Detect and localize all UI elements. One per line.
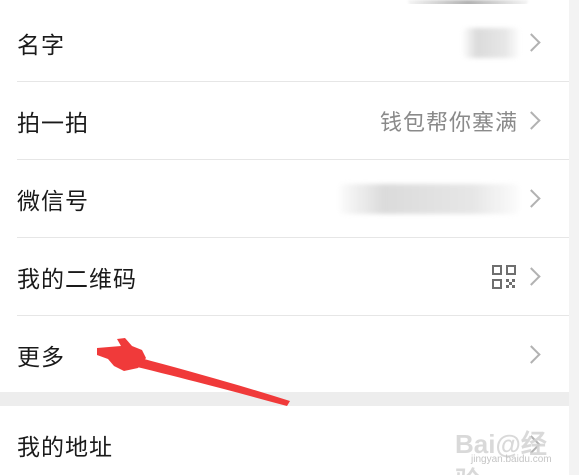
row-name-label: 名字 bbox=[17, 33, 65, 59]
row-wechat-id-label: 微信号 bbox=[17, 189, 89, 215]
blurred-wechat-id-value bbox=[339, 184, 519, 214]
row-pat[interactable]: 拍一拍 钱包帮你塞满 bbox=[0, 82, 569, 160]
row-address-label: 我的地址 bbox=[17, 435, 113, 461]
row-pat-value: 钱包帮你塞满 bbox=[379, 111, 518, 136]
chevron-right-icon bbox=[522, 345, 541, 364]
chevron-right-icon bbox=[522, 435, 541, 454]
row-name[interactable]: 名字 bbox=[0, 4, 569, 82]
row-more[interactable]: 更多 bbox=[0, 316, 569, 394]
row-qr-code[interactable]: 我的二维码 bbox=[0, 238, 569, 316]
chevron-right-icon bbox=[522, 33, 541, 52]
chevron-right-icon bbox=[522, 111, 541, 130]
row-wechat-id[interactable]: 微信号 bbox=[0, 160, 569, 238]
section-gap bbox=[0, 392, 569, 406]
right-edge-strip bbox=[569, 0, 579, 475]
row-address[interactable]: 我的地址 bbox=[0, 406, 569, 475]
row-more-label: 更多 bbox=[17, 345, 65, 371]
profile-settings-screen: 名字 拍一拍 钱包帮你塞满 微信号 我的二维码 更多 我的地址 Bai@经 ji… bbox=[0, 0, 579, 475]
chevron-right-icon bbox=[522, 267, 541, 286]
chevron-right-icon bbox=[522, 189, 541, 208]
qr-code-icon bbox=[492, 265, 516, 289]
blurred-name-value bbox=[463, 28, 519, 58]
row-pat-label: 拍一拍 bbox=[17, 111, 89, 137]
row-qr-code-label: 我的二维码 bbox=[17, 267, 137, 293]
